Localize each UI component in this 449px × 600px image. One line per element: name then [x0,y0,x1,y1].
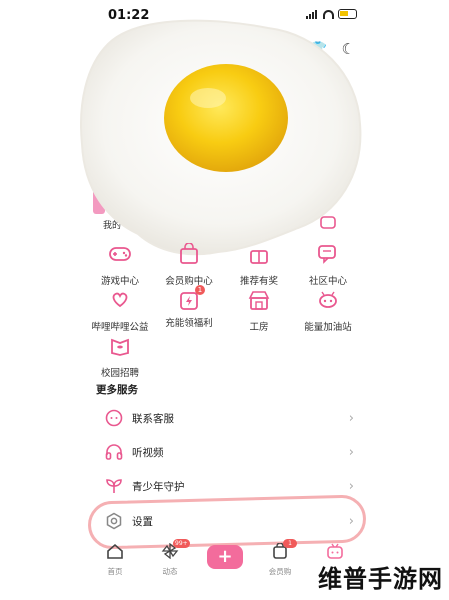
grid-item-campus-recruit[interactable]: 校园招聘 [80,335,160,379]
nav-dynamics[interactable]: 99+ 动态 [145,539,195,577]
grid-item-referral[interactable]: 推荐有奖 [219,243,299,287]
grid-label: 游戏中心 [100,276,139,287]
shop-icon [248,291,270,310]
grid-label: 校园招聘 [100,368,139,379]
nav-vip-mall[interactable]: 1 会员购 [255,539,305,577]
plus-icon: + [207,545,243,569]
grid-label: 哔哩哔哩公益 [91,322,149,333]
sprout-icon [106,479,122,493]
watermark-text: 维普手游网 [318,565,443,593]
notification-badge: 1 [195,285,205,295]
energy-station-icon [319,291,337,308]
row-label: 听视频 [132,446,164,459]
app-screen: 01:22 👕 ☾ 我的 › [0,0,449,600]
tv-mascot-icon [327,543,343,559]
row-customer-service[interactable]: 联系客服 › [96,401,358,435]
heart-hands-icon [112,292,128,308]
headphones-icon [105,444,123,460]
gift-icon [250,250,268,264]
chevron-right-icon: › [348,478,354,494]
grid-item-community[interactable]: 社区中心 [288,243,368,287]
home-icon [107,543,123,559]
fried-egg-image [80,19,362,256]
grid-item-vip-mall[interactable]: 会员购中心 [149,242,229,287]
grid-label: 工房 [249,322,269,333]
grid-label: 能量加油站 [304,322,352,333]
row-label: 联系客服 [132,412,174,425]
nav-label: 首页 [107,567,123,576]
nav-publish[interactable]: + [200,543,250,569]
chevron-right-icon: › [348,444,354,460]
shopping-bag-icon [180,242,198,264]
nav-label: 动态 [162,567,178,576]
headset-icon [105,409,123,427]
chat-icon [318,245,336,264]
notification-badge: 1 [283,539,297,548]
grid-item-charity[interactable]: 哔哩哔哩公益 [80,289,160,333]
grid-item-energy-station[interactable]: 能量加油站 [288,289,368,333]
row-label: 青少年守护 [132,480,185,493]
chevron-right-icon: › [348,410,354,426]
grid-label: 充能领福利 [165,318,213,329]
grid-label: 会员购中心 [165,276,213,287]
campus-book-icon [111,338,129,356]
grid-item-workshop[interactable]: 工房 [219,289,299,333]
calendar-lightning-icon: 1 [177,285,205,311]
row-listen-video[interactable]: 听视频 › [96,435,358,469]
grid-label: 推荐有奖 [239,276,278,287]
highlight-circle [87,494,367,550]
more-services-title: 更多服务 [96,384,138,396]
grid-item-game-center[interactable]: 游戏中心 [80,243,160,287]
nav-label: 会员购 [268,567,292,576]
nav-home[interactable]: 首页 [90,543,140,577]
grid-label: 社区中心 [308,276,347,287]
gamepad-icon [109,247,131,261]
grid-item-charge-rewards[interactable]: 1 充能领福利 [149,285,229,329]
notification-badge: 99+ [173,539,190,548]
